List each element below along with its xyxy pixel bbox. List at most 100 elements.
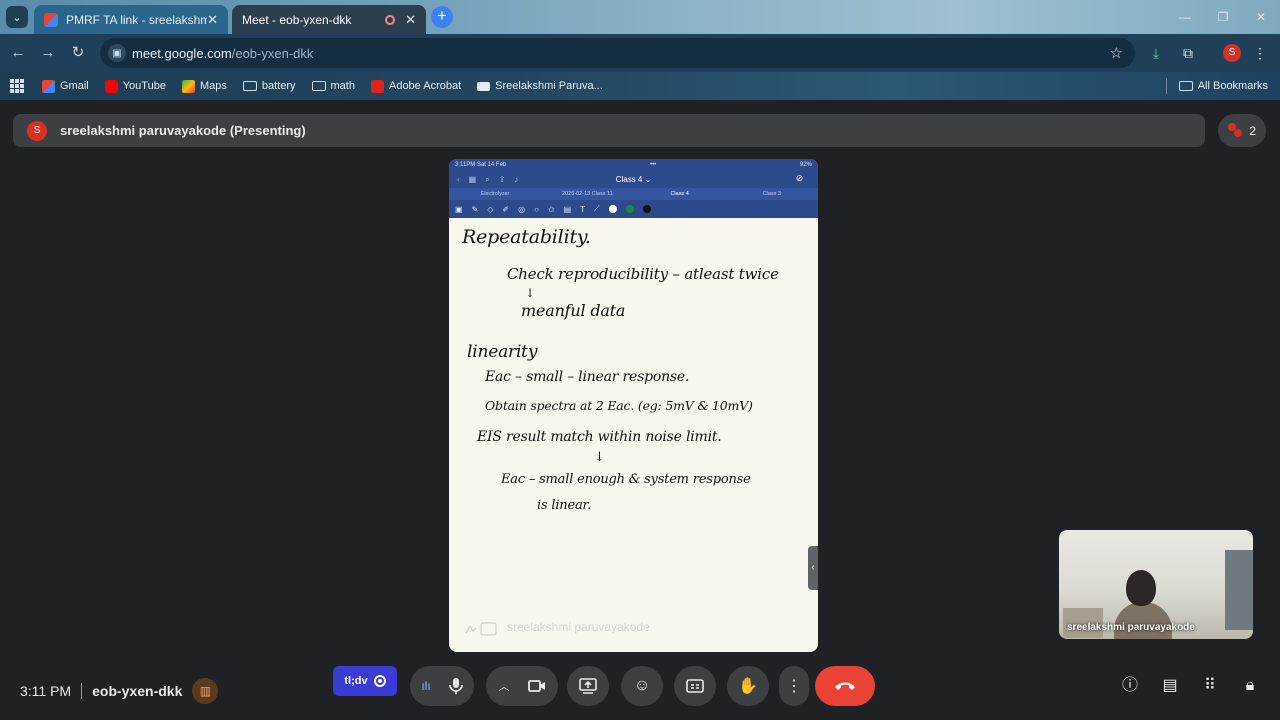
browser-toolbar: ← → ↻ ▣ meet.google.com/eob-yxen-dkk ☆ ⤓… bbox=[0, 34, 1280, 72]
activities-button[interactable]: ⠿ bbox=[1199, 675, 1221, 697]
camera-icon bbox=[527, 680, 545, 692]
participants-button[interactable]: 2 bbox=[1218, 114, 1266, 147]
site-info-icon[interactable]: ▣ bbox=[108, 44, 126, 62]
restore-button[interactable]: ❐ bbox=[1204, 0, 1242, 34]
close-tab-icon[interactable]: ✕ bbox=[207, 12, 218, 28]
bookmark-star-icon[interactable]: ☆ bbox=[1110, 44, 1123, 62]
bookmark-adobe-acrobat[interactable]: Adobe Acrobat bbox=[370, 79, 461, 93]
notes-tab: Electrolyzer bbox=[480, 191, 510, 197]
note-line: Repeatability. bbox=[462, 226, 591, 248]
handwritten-notes: Repeatability. Check reproducibility – a… bbox=[449, 218, 818, 652]
shared-screen: 3:11PM Sat 14 Feb ••• 92% ‹ ▦ ⌕ ⇪ ♪ Clas… bbox=[449, 159, 818, 652]
photo-icon: ▤ bbox=[563, 204, 572, 214]
bookmark-battery[interactable]: battery bbox=[242, 80, 296, 92]
lasso-icon: ○ bbox=[534, 204, 539, 214]
present-icon bbox=[579, 678, 597, 694]
captions-button[interactable] bbox=[674, 666, 716, 706]
profile-avatar[interactable]: S bbox=[1223, 44, 1241, 62]
leave-call-button[interactable] bbox=[815, 666, 875, 706]
new-tab-button[interactable]: + bbox=[431, 6, 453, 28]
bookmark-youtube[interactable]: YouTube bbox=[104, 79, 166, 93]
color-white-swatch bbox=[608, 205, 617, 213]
emoji-icon: ☺ bbox=[633, 677, 651, 694]
note-line: Check reproducibility – atleast twice bbox=[507, 265, 779, 283]
highlighter-icon: ✐ bbox=[502, 204, 510, 214]
host-controls-button[interactable]: 🔒︎ bbox=[1239, 675, 1261, 697]
chevron-up-icon[interactable]: ︿ bbox=[499, 678, 510, 694]
folder-icon bbox=[1178, 81, 1193, 91]
browser-tab-active[interactable]: Meet - eob-yxen-dkk ✕ bbox=[232, 5, 426, 119]
image-tool-icon: ▣ bbox=[455, 204, 463, 214]
notes-app-toolbar: ‹ ▦ ⌕ ⇪ ♪ Class 4 ⌄ ⊘ bbox=[449, 171, 818, 188]
window-close-button[interactable]: ✕ bbox=[1242, 0, 1280, 34]
gmail-icon bbox=[44, 12, 58, 27]
screen-share-caption-icon bbox=[465, 622, 497, 636]
chat-button[interactable]: ▤ bbox=[1159, 675, 1181, 697]
more-vert-icon: ⋮ bbox=[786, 678, 802, 695]
color-black-swatch bbox=[642, 205, 651, 213]
participant-avatars-icon bbox=[1228, 123, 1244, 139]
muted-icon: ⊘ bbox=[795, 173, 804, 183]
record-icon bbox=[373, 675, 386, 687]
collapse-panel-handle[interactable]: ‹ bbox=[808, 546, 818, 590]
bookmarks-bar: Gmail YouTube Maps battery math Adobe Ac… bbox=[0, 72, 1280, 100]
notebook-title: Class 4 ⌄ bbox=[615, 175, 652, 184]
bookmark-maps[interactable]: Maps bbox=[181, 79, 227, 93]
menu-icon[interactable]: ⋮ bbox=[1250, 43, 1270, 63]
note-line: Obtain spectra at 2 Eac. (eg: 5mV & 10mV… bbox=[485, 398, 753, 413]
self-view-name: sreelakshmi paruvayakode bbox=[1067, 622, 1195, 633]
minimize-button[interactable]: — bbox=[1166, 0, 1204, 34]
folder-icon bbox=[242, 81, 257, 91]
apps-grid-icon[interactable] bbox=[10, 79, 24, 93]
bookmark-gmail[interactable]: Gmail bbox=[42, 79, 89, 93]
address-bar[interactable]: ▣ meet.google.com/eob-yxen-dkk ☆ bbox=[100, 38, 1135, 68]
ipad-status-bar: 3:11PM Sat 14 Feb ••• 92% bbox=[449, 159, 818, 171]
info-icon: ⓘ bbox=[1121, 677, 1138, 694]
browser-tab[interactable]: PMRF TA link - sreelakshmiparu ✕ bbox=[34, 5, 228, 34]
forward-button[interactable]: → bbox=[38, 43, 58, 63]
chat-icon: ▤ bbox=[1162, 677, 1178, 694]
tab-title: PMRF TA link - sreelakshmiparu bbox=[66, 12, 208, 27]
camera-button[interactable]: ︿ bbox=[486, 666, 558, 706]
meeting-code: eob-yxen-dkk bbox=[92, 683, 183, 699]
download-icon[interactable]: ⤓ bbox=[1146, 43, 1166, 63]
tldv-recorder-button[interactable]: tl;dv bbox=[333, 666, 397, 696]
acrobat-icon bbox=[370, 79, 384, 93]
reactions-button[interactable]: ☺ bbox=[621, 666, 663, 706]
meet-stage: S sreelakshmi paruvayakode (Presenting) … bbox=[0, 100, 1280, 720]
tab-title: Meet - eob-yxen-dkk bbox=[242, 12, 352, 27]
note-line: meanful data bbox=[521, 301, 626, 320]
bookmark-sreelakshmi[interactable]: Sreelakshmi Paruva... bbox=[477, 80, 603, 92]
presenter-name: sreelakshmi paruvayakode (Presenting) bbox=[60, 123, 306, 138]
browser-tab-strip: ⌄ PMRF TA link - sreelakshmiparu ✕ Meet … bbox=[0, 0, 1280, 119]
present-screen-button[interactable] bbox=[567, 666, 609, 706]
tab-search-button[interactable]: ⌄ bbox=[6, 6, 28, 28]
presenter-avatar: S bbox=[27, 120, 47, 141]
all-bookmarks-button[interactable]: All Bookmarks bbox=[1165, 72, 1268, 100]
maps-icon bbox=[181, 79, 195, 93]
current-time: 3:11 PM bbox=[20, 683, 72, 699]
star-icon: ✩ bbox=[547, 204, 555, 214]
meeting-details-button[interactable]: ⓘ bbox=[1119, 675, 1141, 697]
microphone-button[interactable]: ılı bbox=[410, 666, 474, 706]
presenting-banner: S sreelakshmi paruvayakode (Presenting) bbox=[13, 114, 1205, 147]
back-button[interactable]: ← bbox=[8, 43, 28, 63]
notes-tab-active: Class 4 bbox=[670, 191, 689, 197]
reload-button[interactable]: ↻ bbox=[68, 43, 88, 63]
bookmark-math[interactable]: math bbox=[311, 80, 355, 92]
raise-hand-button[interactable]: ✋ bbox=[727, 666, 769, 706]
notes-doc-icon[interactable]: ▥ bbox=[192, 678, 219, 704]
pointer-icon: ⟋ bbox=[594, 204, 600, 213]
self-view-tile[interactable]: sreelakshmi paruvayakode bbox=[1059, 530, 1253, 639]
close-tab-icon[interactable]: ✕ bbox=[405, 12, 416, 28]
apps-grid-icon: ⠿ bbox=[1204, 677, 1216, 694]
recording-indicator-icon bbox=[385, 14, 396, 25]
note-line: ↓ bbox=[594, 450, 605, 465]
page-icon bbox=[477, 81, 491, 91]
hand-icon: ✋ bbox=[738, 678, 758, 695]
hang-up-icon bbox=[835, 682, 855, 690]
more-options-button[interactable]: ⋮ bbox=[779, 666, 809, 706]
extensions-icon[interactable]: ⧉ bbox=[1178, 43, 1198, 63]
captions-icon bbox=[686, 679, 704, 693]
note-line: EIS result match within noise limit. bbox=[477, 429, 722, 445]
